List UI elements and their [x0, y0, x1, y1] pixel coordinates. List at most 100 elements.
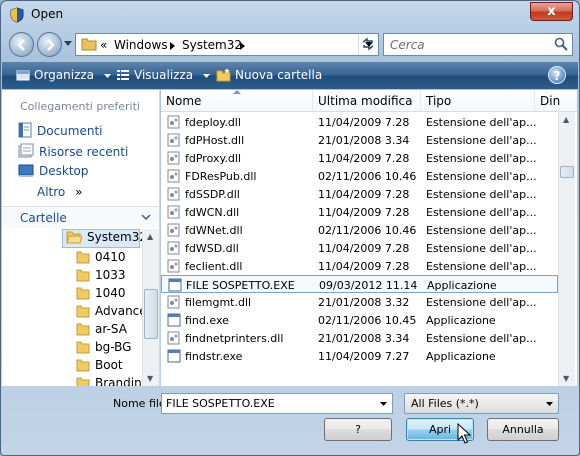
file-row[interactable]: FDResPub.dll 02/11/2006 10.46 Estensione d…	[161, 167, 558, 185]
breadcrumb-system32[interactable]: System32	[182, 38, 242, 52]
organize-button[interactable]: Organizza	[16, 68, 115, 82]
scroll-thumb[interactable]	[560, 166, 574, 178]
new-folder-button[interactable]: Nuova cartella	[216, 68, 322, 82]
file-modified: 02/11/2006 10.45	[318, 314, 417, 327]
view-button[interactable]: Visualizza	[116, 68, 214, 82]
organize-icon	[16, 70, 30, 81]
chevron-right-icon[interactable]	[170, 42, 176, 50]
file-name-text: filemgmt.dll	[185, 296, 252, 309]
tree-item[interactable]: ar-SA	[76, 322, 127, 340]
file-modified: 21/01/2008 3.32	[318, 296, 410, 309]
favorite-more[interactable]: Altro »	[37, 185, 82, 199]
scroll-thumb[interactable]	[144, 289, 158, 339]
navigation-pane: Collegamenti preferiti Documenti Risorse…	[2, 90, 160, 386]
file-name-text: fdWCN.dll	[185, 206, 240, 219]
search-icon[interactable]	[554, 37, 568, 51]
back-button[interactable]	[9, 32, 34, 57]
folders-heading: Cartelle	[20, 211, 67, 225]
tree-item[interactable]: Branding	[76, 376, 142, 386]
file-row[interactable]: fdWNet.dll 02/11/2006 10.46 Estensione del…	[161, 221, 558, 239]
help-dialog-button[interactable]: ?	[324, 418, 392, 441]
column-header-modified[interactable]: Ultima modifica	[313, 90, 421, 112]
chevron-down-icon	[103, 74, 111, 78]
folder-icon	[81, 38, 97, 51]
refresh-button[interactable]	[357, 33, 379, 56]
tree-scrollbar[interactable]: ▲ ▼	[142, 229, 159, 386]
file-row[interactable]: fdPHost.dll 21/01/2008 3.34 Estensione del…	[161, 131, 558, 149]
favorite-documents[interactable]: Documenti	[18, 122, 103, 138]
breadcrumb-overflow[interactable]: «	[100, 38, 107, 52]
filename-dropdown-button[interactable]	[375, 394, 392, 413]
file-row[interactable]: feclient.dll 11/04/2009 7.28 Estensione de…	[161, 257, 558, 275]
dll-file-icon	[167, 205, 180, 219]
column-header-name[interactable]: Nome	[161, 90, 313, 112]
file-type: Estensione dell'ap...	[426, 116, 537, 129]
tree-item[interactable]: 1040	[76, 286, 126, 304]
file-row[interactable]: findstr.exe 11/04/2009 7.27 Applicazione	[161, 347, 558, 365]
recent-pages-dropdown[interactable]	[64, 41, 72, 47]
filename-input[interactable]: FILE SOSPETTO.EXE	[161, 393, 393, 414]
cancel-button[interactable]: Annulla	[487, 418, 559, 441]
open-dialog: Open x « Windows System32 Cerca Organizz…	[0, 0, 580, 456]
search-box[interactable]: Cerca	[383, 33, 573, 56]
favorite-more-label: Altro	[37, 185, 66, 199]
scroll-down-arrow[interactable]: ▼	[147, 374, 153, 383]
file-type: Applicazione	[426, 350, 496, 363]
file-modified: 11/04/2009 7.28	[318, 260, 410, 273]
close-button[interactable]: x	[530, 2, 573, 21]
arrow-right-icon	[47, 39, 55, 51]
file-row[interactable]: filemgmt.dll 21/01/2008 3.32 Estensione de…	[161, 293, 558, 311]
tree-item[interactable]: 0410	[76, 250, 126, 268]
scroll-up-arrow[interactable]: ▲	[563, 115, 569, 124]
file-name-text: fdSSDP.dll	[185, 188, 240, 201]
file-row[interactable]: fdWSD.dll 11/04/2009 7.28 Estensione dell'…	[161, 239, 558, 257]
tree-item[interactable]: bg-BG	[76, 340, 131, 358]
help-button[interactable]: ?	[548, 66, 566, 84]
dll-file-icon	[167, 187, 180, 201]
file-type: Estensione dell'ap...	[426, 260, 537, 273]
breadcrumb-windows[interactable]: Windows	[114, 38, 168, 52]
file-row[interactable]: fdWCN.dll 11/04/2009 7.28 Estensione dell'…	[161, 203, 558, 221]
tree-item[interactable]: 1033	[76, 268, 126, 286]
file-type: Estensione dell'ap...	[426, 170, 537, 183]
forward-button[interactable]	[37, 32, 62, 57]
window-title: Open	[31, 7, 64, 21]
file-name-text: fdeploy.dll	[185, 116, 241, 129]
file-list-scrollbar[interactable]: ▲ ▼	[558, 112, 575, 386]
address-bar[interactable]: « Windows System32	[75, 33, 379, 56]
file-row[interactable]: FILE SOSPETTO.EXE 09/03/2012 11.14 Applica…	[161, 275, 558, 293]
favorites-heading: Collegamenti preferiti	[20, 100, 140, 113]
tree-item[interactable]: Boot	[76, 358, 123, 376]
file-name-text: FDResPub.dll	[185, 170, 257, 183]
chevron-down-icon	[380, 402, 387, 406]
tree-item-label: Branding	[95, 376, 142, 386]
tree-item[interactable]: Advance	[76, 304, 142, 322]
scroll-down-arrow[interactable]: ▼	[563, 374, 569, 383]
exe-file-icon	[167, 313, 181, 327]
file-name: fdPHost.dll	[167, 133, 244, 147]
favorite-desktop[interactable]: Desktop	[18, 164, 89, 178]
open-folder-icon	[66, 231, 83, 244]
mouse-cursor-icon	[457, 423, 471, 444]
documents-icon	[18, 122, 32, 138]
favorite-recent[interactable]: Risorse recenti	[18, 143, 128, 159]
file-type: Applicazione	[427, 279, 497, 292]
file-row[interactable]: findnetprinters.dll 21/01/2008 3.34 Estens…	[161, 329, 558, 347]
file-row[interactable]: fdSSDP.dll 11/04/2009 7.28 Estensione dell…	[161, 185, 558, 203]
file-type-filter[interactable]: All Files (*.*)	[404, 393, 559, 414]
favorite-label: Desktop	[39, 164, 89, 178]
column-header-type[interactable]: Tipo	[421, 90, 535, 112]
file-row[interactable]: fdeploy.dll 11/04/2009 7.28 Estensione del…	[161, 113, 558, 131]
tree-item-system32[interactable]: System32	[66, 230, 142, 248]
file-modified: 21/01/2008 3.34	[318, 134, 410, 147]
folder-icon	[76, 305, 90, 318]
file-row[interactable]: fdProxy.dll 11/04/2009 7.28 Estensione del…	[161, 149, 558, 167]
column-header-size[interactable]: Din	[535, 90, 577, 112]
file-name: FDResPub.dll	[167, 169, 256, 183]
app-icon	[10, 7, 24, 23]
scroll-up-arrow[interactable]: ▲	[147, 232, 153, 241]
file-row[interactable]: find.exe 02/11/2006 10.45 Applicazione	[161, 311, 558, 329]
folders-header[interactable]: Cartelle	[2, 206, 159, 228]
chevron-right-icon[interactable]	[240, 42, 246, 50]
tree-item-label: bg-BG	[95, 340, 132, 354]
